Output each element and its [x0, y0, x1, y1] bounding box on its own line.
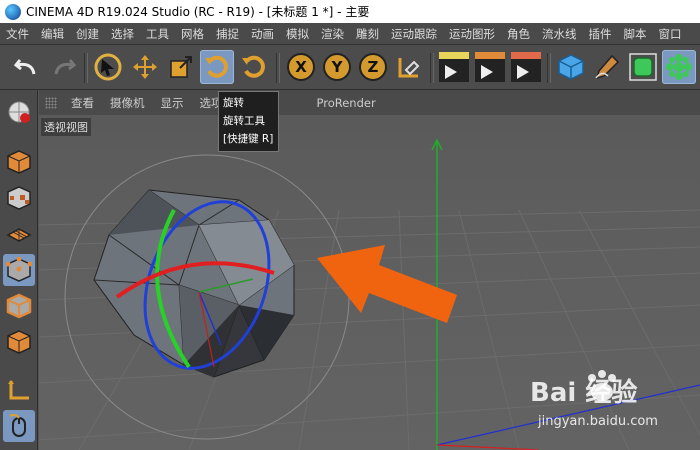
menu-create[interactable]: 创建 — [70, 23, 105, 45]
scale-tool-button[interactable] — [164, 50, 198, 84]
z-axis-lock-button[interactable]: Z — [356, 50, 390, 84]
viewport-menu-bar: 查看 摄像机 显示 选项 过滤 面板 ProRender — [39, 90, 700, 115]
menu-motion-tracker[interactable]: 运动跟踪 — [385, 23, 443, 45]
pen-icon — [595, 54, 620, 80]
left-toolbar — [0, 90, 38, 450]
rotate-tool-button[interactable] — [200, 50, 234, 84]
render-to-picture-viewer-button[interactable] — [473, 50, 507, 84]
cursor-select-icon — [94, 53, 122, 81]
axis-corner-icon — [8, 380, 29, 400]
menu-tools[interactable]: 工具 — [140, 23, 175, 45]
recent-tool-button[interactable] — [237, 50, 271, 84]
checker-cube-icon — [7, 186, 31, 210]
menu-animate[interactable]: 动画 — [245, 23, 280, 45]
pen-spline-button[interactable] — [590, 50, 624, 84]
viewport-menu-prorender[interactable]: ProRender — [309, 96, 384, 110]
globe-edit-icon — [8, 101, 30, 123]
polygons-cube-icon — [7, 330, 31, 354]
menu-select[interactable]: 选择 — [105, 23, 140, 45]
menu-character[interactable]: 角色 — [501, 23, 536, 45]
y-axis-lock-button[interactable]: Y — [320, 50, 354, 84]
render-settings-button[interactable] — [509, 50, 543, 84]
render-view-button[interactable] — [437, 50, 471, 84]
clapperboard-icon — [439, 52, 469, 82]
viewport-label: 透视视图 — [41, 118, 91, 136]
menu-file[interactable]: 文件 — [0, 23, 35, 45]
menu-script[interactable]: 脚本 — [618, 23, 653, 45]
z-axis-icon: Z — [359, 53, 387, 81]
drag-grip-icon[interactable] — [45, 96, 57, 109]
cube-model-icon — [7, 150, 31, 174]
grid-plane-icon — [6, 228, 32, 242]
rotate-recent-icon — [242, 55, 265, 78]
icosahedron-object[interactable] — [93, 189, 295, 378]
tweak-mode-button[interactable] — [3, 410, 35, 442]
undo-icon — [14, 59, 36, 75]
menu-plugins[interactable]: 插件 — [583, 23, 618, 45]
title-bar: CINEMA 4D R19.024 Studio (RC - R19) - [未… — [0, 0, 700, 23]
edges-cube-icon — [6, 293, 32, 319]
viewport-menu-view[interactable]: 查看 — [63, 95, 102, 111]
main-toolbar: X Y Z — [0, 45, 700, 90]
watermark-logo-text: Bai 经验 — [530, 378, 638, 408]
move-icon — [133, 55, 157, 79]
menu-simulate[interactable]: 模拟 — [280, 23, 315, 45]
points-mode-button[interactable] — [3, 254, 35, 286]
cloner-icon — [666, 54, 692, 80]
rotate-tooltip: 旋转 旋转工具 [快捷键 R] — [218, 91, 279, 152]
baidu-jingyan-watermark: Bai 经验 jingyan.baidu.com — [528, 370, 698, 450]
axis-mode-button[interactable] — [3, 374, 35, 406]
subdivision-surface-button[interactable] — [626, 50, 660, 84]
scale-icon — [170, 56, 192, 78]
menu-mesh[interactable]: 网格 — [175, 23, 210, 45]
move-tool-button[interactable] — [128, 50, 162, 84]
menu-pipeline[interactable]: 流水线 — [536, 23, 583, 45]
tooltip-shortcut: [快捷键 R] — [223, 133, 274, 145]
undo-button[interactable] — [10, 50, 44, 84]
polygons-mode-button[interactable] — [3, 326, 35, 358]
viewport-menu-display[interactable]: 显示 — [153, 95, 192, 111]
coordinate-system-icon — [398, 58, 420, 78]
live-selection-button[interactable] — [91, 50, 125, 84]
render-picture-viewer-icon — [475, 52, 505, 82]
menu-sculpt[interactable]: 雕刻 — [350, 23, 385, 45]
redo-button[interactable] — [46, 50, 80, 84]
points-cube-icon — [6, 257, 32, 282]
render-settings-icon — [511, 52, 541, 82]
model-mode-button[interactable] — [3, 146, 35, 178]
menu-window[interactable]: 窗口 — [653, 23, 688, 45]
edges-mode-button[interactable] — [3, 290, 35, 322]
y-axis-icon: Y — [323, 53, 351, 81]
mouse-icon — [9, 413, 26, 437]
cinema4d-logo-icon — [5, 3, 21, 20]
texture-mode-button[interactable] — [3, 182, 35, 214]
world-x-axis — [436, 444, 540, 450]
redo-icon — [54, 59, 76, 75]
rotate-icon — [205, 55, 228, 78]
cube-object-button[interactable] — [554, 50, 588, 84]
menu-edit[interactable]: 编辑 — [35, 23, 70, 45]
coordinate-system-button[interactable] — [392, 50, 426, 84]
menu-render[interactable]: 渲染 — [315, 23, 350, 45]
watermark-url: jingyan.baidu.com — [538, 414, 658, 429]
workplane-button[interactable] — [3, 218, 35, 250]
x-axis-icon: X — [287, 53, 315, 81]
subdivision-icon — [629, 53, 657, 81]
window-title: CINEMA 4D R19.024 Studio (RC - R19) - [未… — [26, 5, 370, 19]
viewport-menu-cameras[interactable]: 摄像机 — [102, 95, 153, 111]
x-axis-lock-button[interactable]: X — [284, 50, 318, 84]
tooltip-description: 旋转工具 — [223, 115, 265, 127]
cube-icon — [558, 54, 584, 80]
make-editable-button[interactable] — [3, 96, 35, 128]
tooltip-title: 旋转 — [223, 97, 244, 109]
cloner-button[interactable] — [662, 50, 696, 84]
menu-mograph[interactable]: 运动图形 — [443, 23, 501, 45]
menu-snap[interactable]: 捕捉 — [210, 23, 245, 45]
menu-bar: 文件 编辑 创建 选择 工具 网格 捕捉 动画 模拟 渲染 雕刻 运动跟踪 运动… — [0, 23, 700, 45]
